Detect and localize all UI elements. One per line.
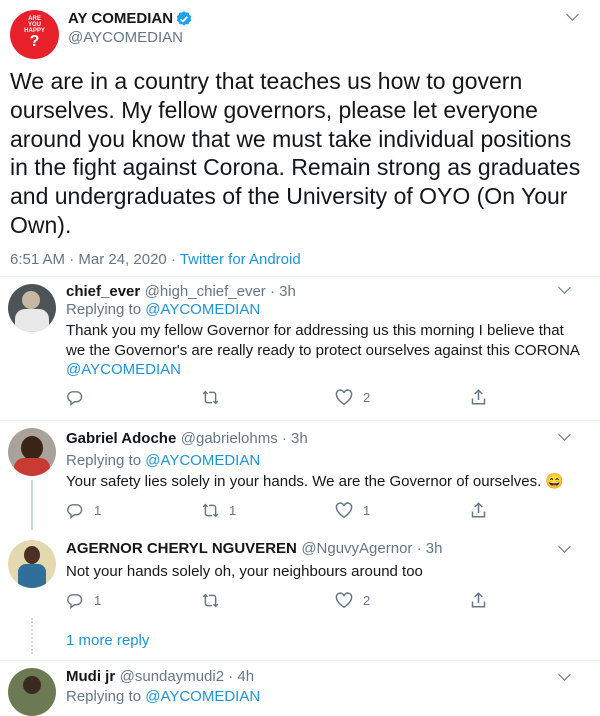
author-name[interactable]: AY COMEDIAN <box>68 10 173 27</box>
like-count: 2 <box>363 593 371 608</box>
like-count: 2 <box>363 390 371 405</box>
avatar[interactable] <box>8 540 56 588</box>
mention-link[interactable]: @AYCOMEDIAN <box>145 452 260 469</box>
avatar-photo-shape <box>15 309 49 332</box>
mention-link[interactable]: @AYCOMEDIAN <box>145 688 260 705</box>
share-icon[interactable] <box>470 501 487 519</box>
thread-dots <box>31 618 33 654</box>
timestamp[interactable]: 6:51 AM · Mar 24, 2020 · <box>10 251 180 268</box>
avatar-photo-shape <box>18 564 46 588</box>
avatar[interactable] <box>8 428 56 476</box>
like-icon[interactable] <box>335 389 353 406</box>
reply-header: Gabriel Adoche @gabrielohms · 3h <box>66 430 308 448</box>
replying-to: Replying to @AYCOMEDIAN <box>66 301 261 318</box>
source-link[interactable]: Twitter for Android <box>180 251 301 268</box>
like-count: 1 <box>363 503 371 518</box>
tweet-meta: 6:51 AM · Mar 24, 2020 · Twitter for And… <box>10 251 301 268</box>
divider <box>0 420 600 421</box>
reply-icon[interactable] <box>66 389 83 406</box>
retweet-icon[interactable] <box>201 502 220 519</box>
reply-author-handle[interactable]: @NguvyAgernor · 3h <box>301 540 442 557</box>
more-replies-link[interactable]: 1 more reply <box>66 632 149 649</box>
avatar[interactable] <box>8 284 56 332</box>
divider <box>0 660 600 661</box>
reply-author-handle[interactable]: @gabrielohms · 3h <box>181 430 308 447</box>
replying-to: Replying to @AYCOMEDIAN <box>66 452 261 469</box>
avatar[interactable] <box>8 668 56 716</box>
avatar-photo-shape <box>23 676 41 694</box>
reply-author-handle[interactable]: @sundaymudi2 · 4h <box>120 668 254 685</box>
reply-author-handle[interactable]: @high_chief_ever · 3h <box>145 283 296 300</box>
avatar-photo-shape <box>14 458 50 476</box>
mention-link[interactable]: @AYCOMEDIAN <box>66 361 181 378</box>
reply-header: chief_ever @high_chief_ever · 3h <box>66 283 296 301</box>
tweet-text: We are in a country that teaches us how … <box>10 68 581 238</box>
reply-author-name[interactable]: Gabriel Adoche <box>66 430 176 447</box>
chevron-down-icon[interactable] <box>558 540 571 553</box>
share-icon[interactable] <box>470 591 487 609</box>
avatar-logo-text: ARE YOU HAPPY ? <box>24 16 45 50</box>
thread-line <box>31 480 33 530</box>
chevron-down-icon[interactable] <box>566 8 579 21</box>
author-handle[interactable]: @AYCOMEDIAN <box>68 29 183 46</box>
chevron-down-icon[interactable] <box>558 428 571 441</box>
share-icon[interactable] <box>470 388 487 406</box>
replying-to: Replying to @AYCOMEDIAN <box>66 688 261 705</box>
mention-link[interactable]: @AYCOMEDIAN <box>145 301 260 318</box>
reply-author-name[interactable]: Mudi jr <box>66 668 115 685</box>
reply-text: Your safety lies solely in your hands. W… <box>66 473 565 490</box>
reply-count: 1 <box>94 593 102 608</box>
reply-author-name[interactable]: AGERNOR CHERYL NGUVEREN <box>66 540 297 557</box>
avatar-photo-shape <box>24 546 40 564</box>
reply-icon[interactable] <box>66 592 83 609</box>
verified-icon <box>175 10 193 28</box>
reply-author-name[interactable]: chief_ever <box>66 283 140 300</box>
reply-text: Thank you my fellow Governor for address… <box>66 322 580 378</box>
retweet-icon[interactable] <box>201 592 220 609</box>
retweet-count: 1 <box>229 503 237 518</box>
chevron-down-icon[interactable] <box>558 668 571 681</box>
avatar-photo-shape <box>22 291 40 309</box>
like-icon[interactable] <box>335 592 353 609</box>
avatar-photo-shape <box>21 436 43 460</box>
like-icon[interactable] <box>335 502 353 519</box>
avatar[interactable]: ARE YOU HAPPY ? <box>10 10 59 59</box>
reply-text: Not your hands solely oh, your neighbour… <box>66 563 423 580</box>
divider <box>0 276 600 277</box>
reply-icon[interactable] <box>66 502 83 519</box>
reply-header: Mudi jr @sundaymudi2 · 4h <box>66 668 254 686</box>
chevron-down-icon[interactable] <box>558 281 571 294</box>
reply-count: 1 <box>94 503 102 518</box>
retweet-icon[interactable] <box>201 389 220 406</box>
reply-header: AGERNOR CHERYL NGUVEREN @NguvyAgernor · … <box>66 540 442 558</box>
